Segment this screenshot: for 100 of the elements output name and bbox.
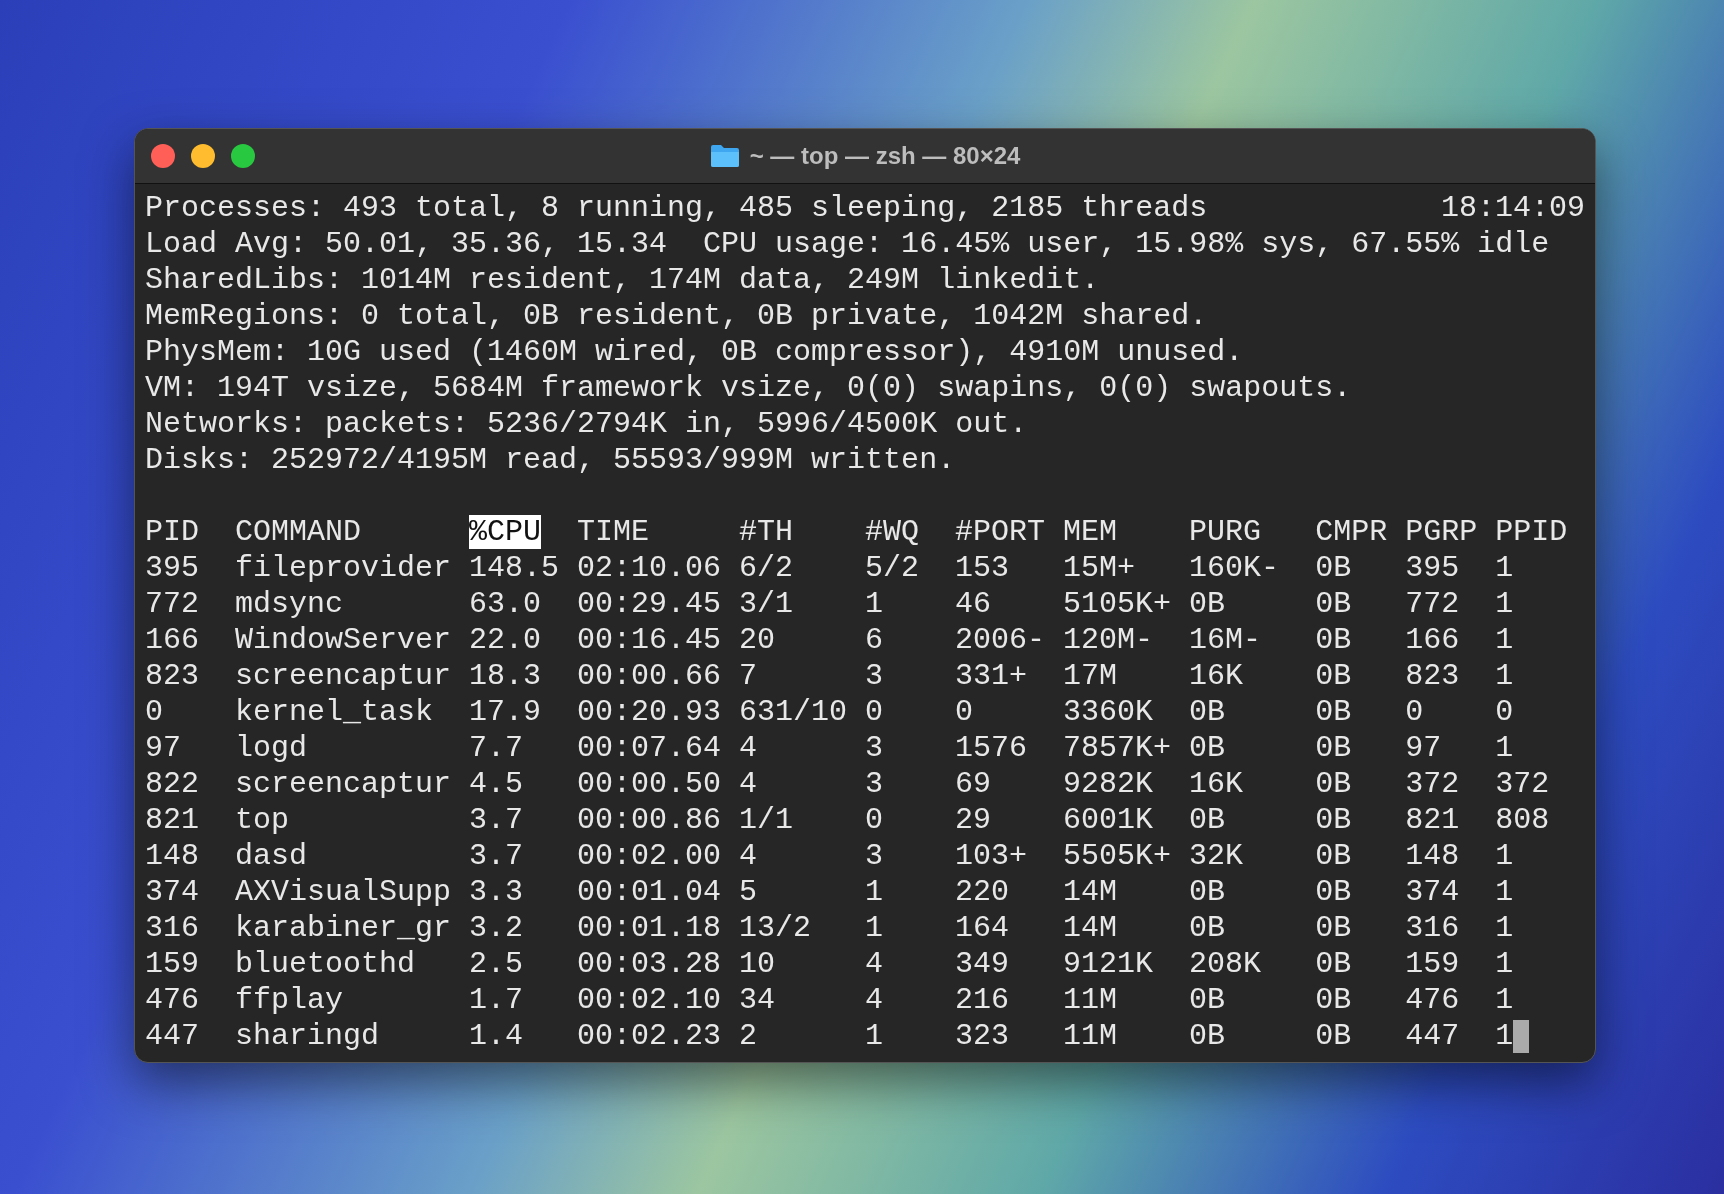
table-cell-text: 13/2	[739, 910, 813, 946]
summary-line: VM: 194T vsize, 5684M framework vsize, 0(0) swapins, 0(0) swapouts.	[145, 370, 1352, 406]
table-cell-text: 148	[145, 838, 200, 874]
table-cell: 1	[1495, 622, 1514, 658]
column-header: #PORT	[955, 515, 1046, 549]
table-cell-text: AXVisualSupp	[235, 874, 453, 910]
table-cell-text: 447	[145, 1018, 200, 1054]
column-header: %CPU	[469, 515, 542, 549]
table-cell-text: 11M	[1063, 982, 1119, 1018]
table-cell-text: 10	[739, 946, 777, 982]
table-cell-text: 0B	[1315, 802, 1353, 838]
table-cell-text: 1.7	[469, 982, 525, 1018]
table-cell-text: kernel_task	[235, 694, 435, 730]
table-cell-text: 32K	[1189, 838, 1245, 874]
table-cell-text: karabiner_gr	[235, 910, 453, 946]
table-cell-text: 29	[955, 802, 993, 838]
table-cell-text: 1/1	[739, 802, 795, 838]
table-cell-text: 2006-	[955, 622, 1047, 658]
column-header: #TH	[739, 515, 794, 549]
table-cell-text: 5	[739, 874, 759, 910]
table-cell-text: 316	[145, 910, 200, 946]
table-cell-text: 822	[145, 766, 200, 802]
column-header: PPID	[1495, 515, 1568, 549]
table-cell-text: 97	[145, 730, 182, 766]
summary-line: Load Avg: 50.01, 35.36, 15.34 CPU usage: 16.45% user, 15.98% sys, 67.55% idle	[145, 226, 1550, 262]
summary-line: SharedLibs: 1014M resident, 174M data, 249M linkedit.	[145, 262, 1100, 298]
table-cell-text: 821	[145, 802, 200, 838]
table-cell-text: 16K	[1189, 658, 1245, 694]
table-cell-text: 0	[955, 694, 975, 730]
table-cell-text: 11M	[1063, 1018, 1119, 1054]
column-header: COMMAND	[235, 515, 362, 549]
table-cell-text: 1	[865, 586, 885, 622]
table-cell-text: 323	[955, 1018, 1011, 1054]
table-cell: 1	[1495, 550, 1514, 586]
table-cell: 1	[1495, 874, 1514, 910]
table-cell-text: 7857K+	[1063, 730, 1173, 766]
table-cell-text: 15M+	[1063, 550, 1137, 586]
table-cell-text: WindowServer	[235, 622, 453, 658]
table-cell-text: 6/2	[739, 550, 795, 586]
table-cell-text: 772	[145, 586, 200, 622]
table-cell-text: sharingd	[235, 1018, 381, 1054]
minimize-button[interactable]	[191, 144, 215, 168]
table-cell-text: 0B	[1315, 910, 1353, 946]
table-cell-text: 148.5	[469, 550, 561, 586]
table-cell-text: 0B	[1189, 730, 1227, 766]
table-cell-text: 97	[1405, 730, 1443, 766]
table-cell-text: 00:01.18	[577, 910, 723, 946]
table-cell-text: 476	[1405, 982, 1461, 1018]
table-cell-text: 6001K	[1063, 802, 1155, 838]
table-cell-text: 9282K	[1063, 766, 1155, 802]
table-cell-text: 3.7	[469, 838, 525, 874]
summary-line: Disks: 252972/4195M read, 55593/999M written.	[145, 442, 956, 478]
table-cell-text: 3	[865, 838, 885, 874]
table-cell-text: 374	[145, 874, 200, 910]
table-cell-text: 17.9	[469, 694, 543, 730]
table-cell-text: 0B	[1315, 1018, 1353, 1054]
table-cell-text: 216	[955, 982, 1011, 1018]
table-cell-text: 00:01.04	[577, 874, 723, 910]
table-cell-text: 5/2	[865, 550, 921, 586]
table-cell-text: 0B	[1189, 982, 1227, 1018]
table-cell-text: 6	[865, 622, 885, 658]
close-button[interactable]	[151, 144, 175, 168]
table-cell-text: 166	[145, 622, 200, 658]
table-cell: 1	[1495, 730, 1514, 766]
zoom-button[interactable]	[231, 144, 255, 168]
table-cell-text: 14M	[1063, 910, 1119, 946]
table-cell: 1	[1495, 838, 1514, 874]
table-cell-text: 0B	[1315, 766, 1353, 802]
table-cell-text: 0B	[1315, 874, 1353, 910]
table-cell: 1	[1495, 586, 1514, 622]
table-cell: 1	[1495, 658, 1514, 694]
table-cell-text: 160K-	[1189, 550, 1281, 586]
table-cell-text: 4	[865, 946, 885, 982]
table-cell: 1	[1495, 910, 1514, 946]
table-cell-text: 14M	[1063, 874, 1119, 910]
table-cell-text: 3	[865, 766, 885, 802]
table-cell-text: 4	[739, 838, 759, 874]
column-header: #WQ	[865, 515, 920, 549]
table-cell-text: 374	[1405, 874, 1461, 910]
table-cell-text: 631/10	[739, 694, 849, 730]
table-cell-text: 00:00.86	[577, 802, 723, 838]
column-header: PID	[145, 515, 199, 549]
folder-icon	[709, 144, 740, 168]
table-cell-text: 0B	[1189, 1018, 1227, 1054]
table-cell: 1	[1495, 1018, 1514, 1054]
table-cell-text: 7	[739, 658, 759, 694]
table-cell-text: 349	[955, 946, 1011, 982]
table-cell-text: screencaptur	[235, 766, 453, 802]
table-cell-text: 00:02.00	[577, 838, 723, 874]
table-cell-text: 0	[1405, 694, 1425, 730]
table-cell-text: 18.3	[469, 658, 543, 694]
table-cell-text: 0	[865, 802, 885, 838]
table-cell-text: 0	[145, 694, 164, 730]
table-cell-text: top	[235, 802, 290, 838]
table-cell-text: 0B	[1189, 802, 1227, 838]
table-cell: 372	[1495, 766, 1550, 802]
table-cell-text: 1576	[955, 730, 1029, 766]
table-cell-text: 821	[1405, 802, 1461, 838]
table-cell-text: 0B	[1315, 946, 1353, 982]
column-header: CMPR	[1315, 515, 1388, 549]
